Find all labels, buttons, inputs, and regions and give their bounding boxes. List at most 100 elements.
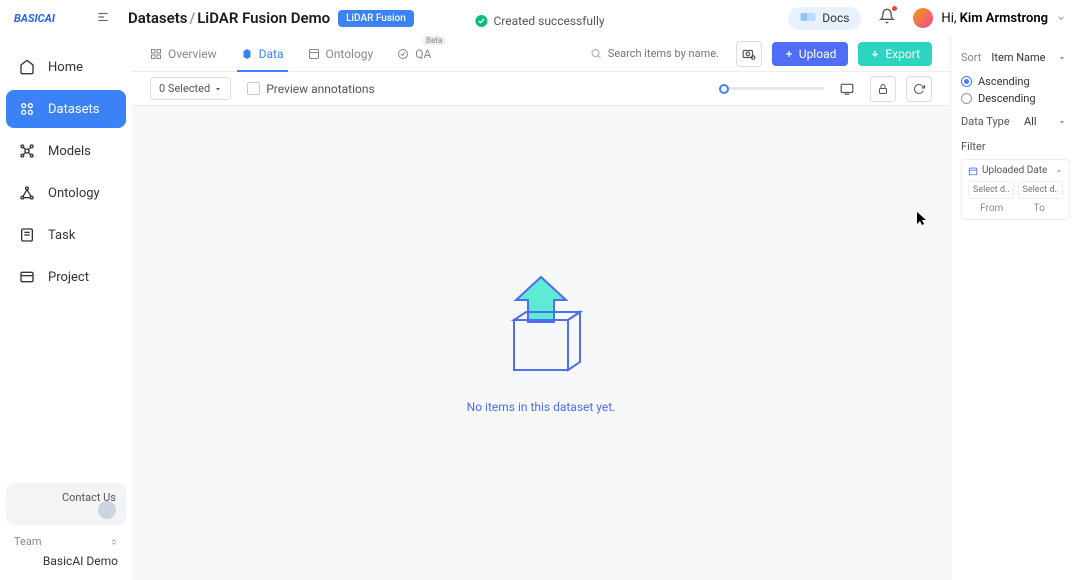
datatype-select[interactable]: All [1020, 113, 1070, 130]
beta-badge: Beta [423, 36, 445, 45]
breadcrumb-current: LiDAR Fusion Demo [197, 9, 330, 27]
upload-button[interactable]: Upload [772, 42, 849, 66]
svg-text:BASICAI: BASICAI [14, 12, 56, 25]
sidebar-item-task[interactable]: Task [6, 216, 126, 254]
export-button[interactable]: Export [858, 42, 932, 66]
docs-icon [800, 11, 816, 26]
chevron-down-icon [1058, 118, 1066, 126]
sidebar-item-ontology[interactable]: Ontology [6, 174, 126, 212]
datatype-label: Data Type [961, 115, 1010, 128]
content-area: No items in this dataset yet. [132, 106, 950, 580]
filter-label: Filter [961, 140, 986, 153]
preview-annotations-toggle[interactable]: Preview annotations [247, 82, 375, 96]
chevron-down-icon [214, 85, 222, 93]
sidebar-item-label: Task [48, 228, 75, 243]
sidebar-item-models[interactable]: Models [6, 132, 126, 170]
empty-state-icon [496, 272, 586, 386]
tab-data[interactable]: Data [241, 36, 284, 71]
team-name[interactable]: BasicAI Demo [14, 554, 118, 568]
plus-icon [784, 49, 794, 59]
empty-message: No items in this dataset yet. [467, 400, 616, 414]
right-panel: Sort Item Name Ascending Descending Data… [950, 36, 1080, 580]
sidebar-item-label: Datasets [48, 102, 100, 117]
avatar [913, 8, 933, 28]
sidebar-item-project[interactable]: Project [6, 258, 126, 296]
chevron-down-icon [1058, 54, 1066, 62]
user-menu[interactable]: Hi, Kim Armstrong [913, 8, 1066, 28]
chevron-up-icon [1055, 167, 1063, 175]
tab-overview[interactable]: Overview [150, 36, 217, 71]
radio-icon [961, 93, 972, 104]
tab-label: Ontology [326, 47, 374, 61]
search-icon [590, 44, 602, 63]
to-label: To [1016, 203, 1064, 214]
selected-count: 0 Selected [159, 82, 210, 95]
search-wrap [586, 42, 726, 65]
date-from-input[interactable] [968, 181, 1014, 199]
collapse-sidebar-button[interactable] [96, 9, 110, 28]
ontology-icon [18, 184, 36, 202]
docs-button[interactable]: Docs [788, 7, 861, 30]
overview-icon [150, 48, 162, 60]
lock-icon [1060, 142, 1070, 152]
project-icon [18, 268, 36, 286]
contact-us-card[interactable]: Contact Us [6, 483, 126, 525]
team-label: Team [14, 535, 118, 548]
sort-value: Item Name [991, 51, 1045, 64]
sort-descending-radio[interactable]: Descending [961, 92, 1070, 105]
radio-label: Ascending [978, 75, 1030, 88]
breadcrumb: Datasets / LiDAR Fusion Demo LiDAR Fusio… [128, 9, 414, 27]
task-icon [18, 226, 36, 244]
sidebar-item-label: Models [48, 144, 91, 159]
logo[interactable]: BASICAI [14, 9, 78, 27]
user-greeting: Hi, Kim Armstrong [941, 11, 1048, 26]
data-icon [241, 48, 253, 60]
sidebar-item-label: Ontology [48, 186, 100, 201]
ontology-tab-icon [308, 48, 320, 60]
tab-label: Overview [168, 47, 217, 61]
notification-dot-icon [892, 6, 897, 11]
sort-icon[interactable] [110, 537, 118, 547]
selected-dropdown[interactable]: 0 Selected [150, 77, 231, 100]
display-mode-button[interactable] [834, 76, 860, 102]
notifications-button[interactable] [879, 8, 895, 28]
sort-ascending-radio[interactable]: Ascending [961, 75, 1070, 88]
filter-group-label: Uploaded Date [982, 165, 1051, 176]
chat-icon [98, 501, 116, 519]
lock-button[interactable] [870, 76, 896, 102]
breadcrumb-root[interactable]: Datasets [128, 9, 187, 27]
sidebar-item-label: Project [48, 270, 89, 285]
zoom-slider[interactable] [724, 87, 824, 90]
from-label: From [968, 203, 1016, 214]
models-icon [18, 142, 36, 160]
refresh-button[interactable] [906, 76, 932, 102]
sidebar-item-home[interactable]: Home [6, 48, 126, 86]
upload-label: Upload [799, 47, 837, 61]
tab-qa[interactable]: QA Beta [397, 36, 431, 71]
chevron-down-icon [1056, 13, 1066, 23]
success-toast: Created successfully [475, 14, 604, 28]
home-icon [18, 58, 36, 76]
dataset-type-badge: LiDAR Fusion [338, 10, 414, 27]
breadcrumb-separator: / [189, 9, 195, 27]
check-icon [475, 15, 487, 27]
sort-select[interactable]: Item Name [987, 48, 1070, 67]
radio-icon [961, 76, 972, 87]
checkbox-icon [247, 82, 260, 95]
sidebar-item-datasets[interactable]: Datasets [6, 90, 126, 128]
qa-icon [397, 48, 409, 60]
sort-label: Sort [961, 51, 981, 64]
tab-label: Data [259, 47, 284, 61]
slider-thumb[interactable] [719, 84, 729, 94]
search-input[interactable] [586, 42, 726, 65]
datatype-value: All [1024, 115, 1037, 128]
filter-group-header[interactable]: Uploaded Date [968, 165, 1063, 176]
export-label: Export [885, 47, 920, 61]
preview-label: Preview annotations [266, 82, 375, 96]
tab-label: QA [415, 47, 431, 61]
filter-uploaded-date: Uploaded Date From To [961, 159, 1070, 220]
download-icon [870, 49, 880, 59]
camera-settings-button[interactable] [736, 41, 762, 67]
tab-ontology[interactable]: Ontology [308, 36, 374, 71]
date-to-input[interactable] [1018, 181, 1064, 199]
